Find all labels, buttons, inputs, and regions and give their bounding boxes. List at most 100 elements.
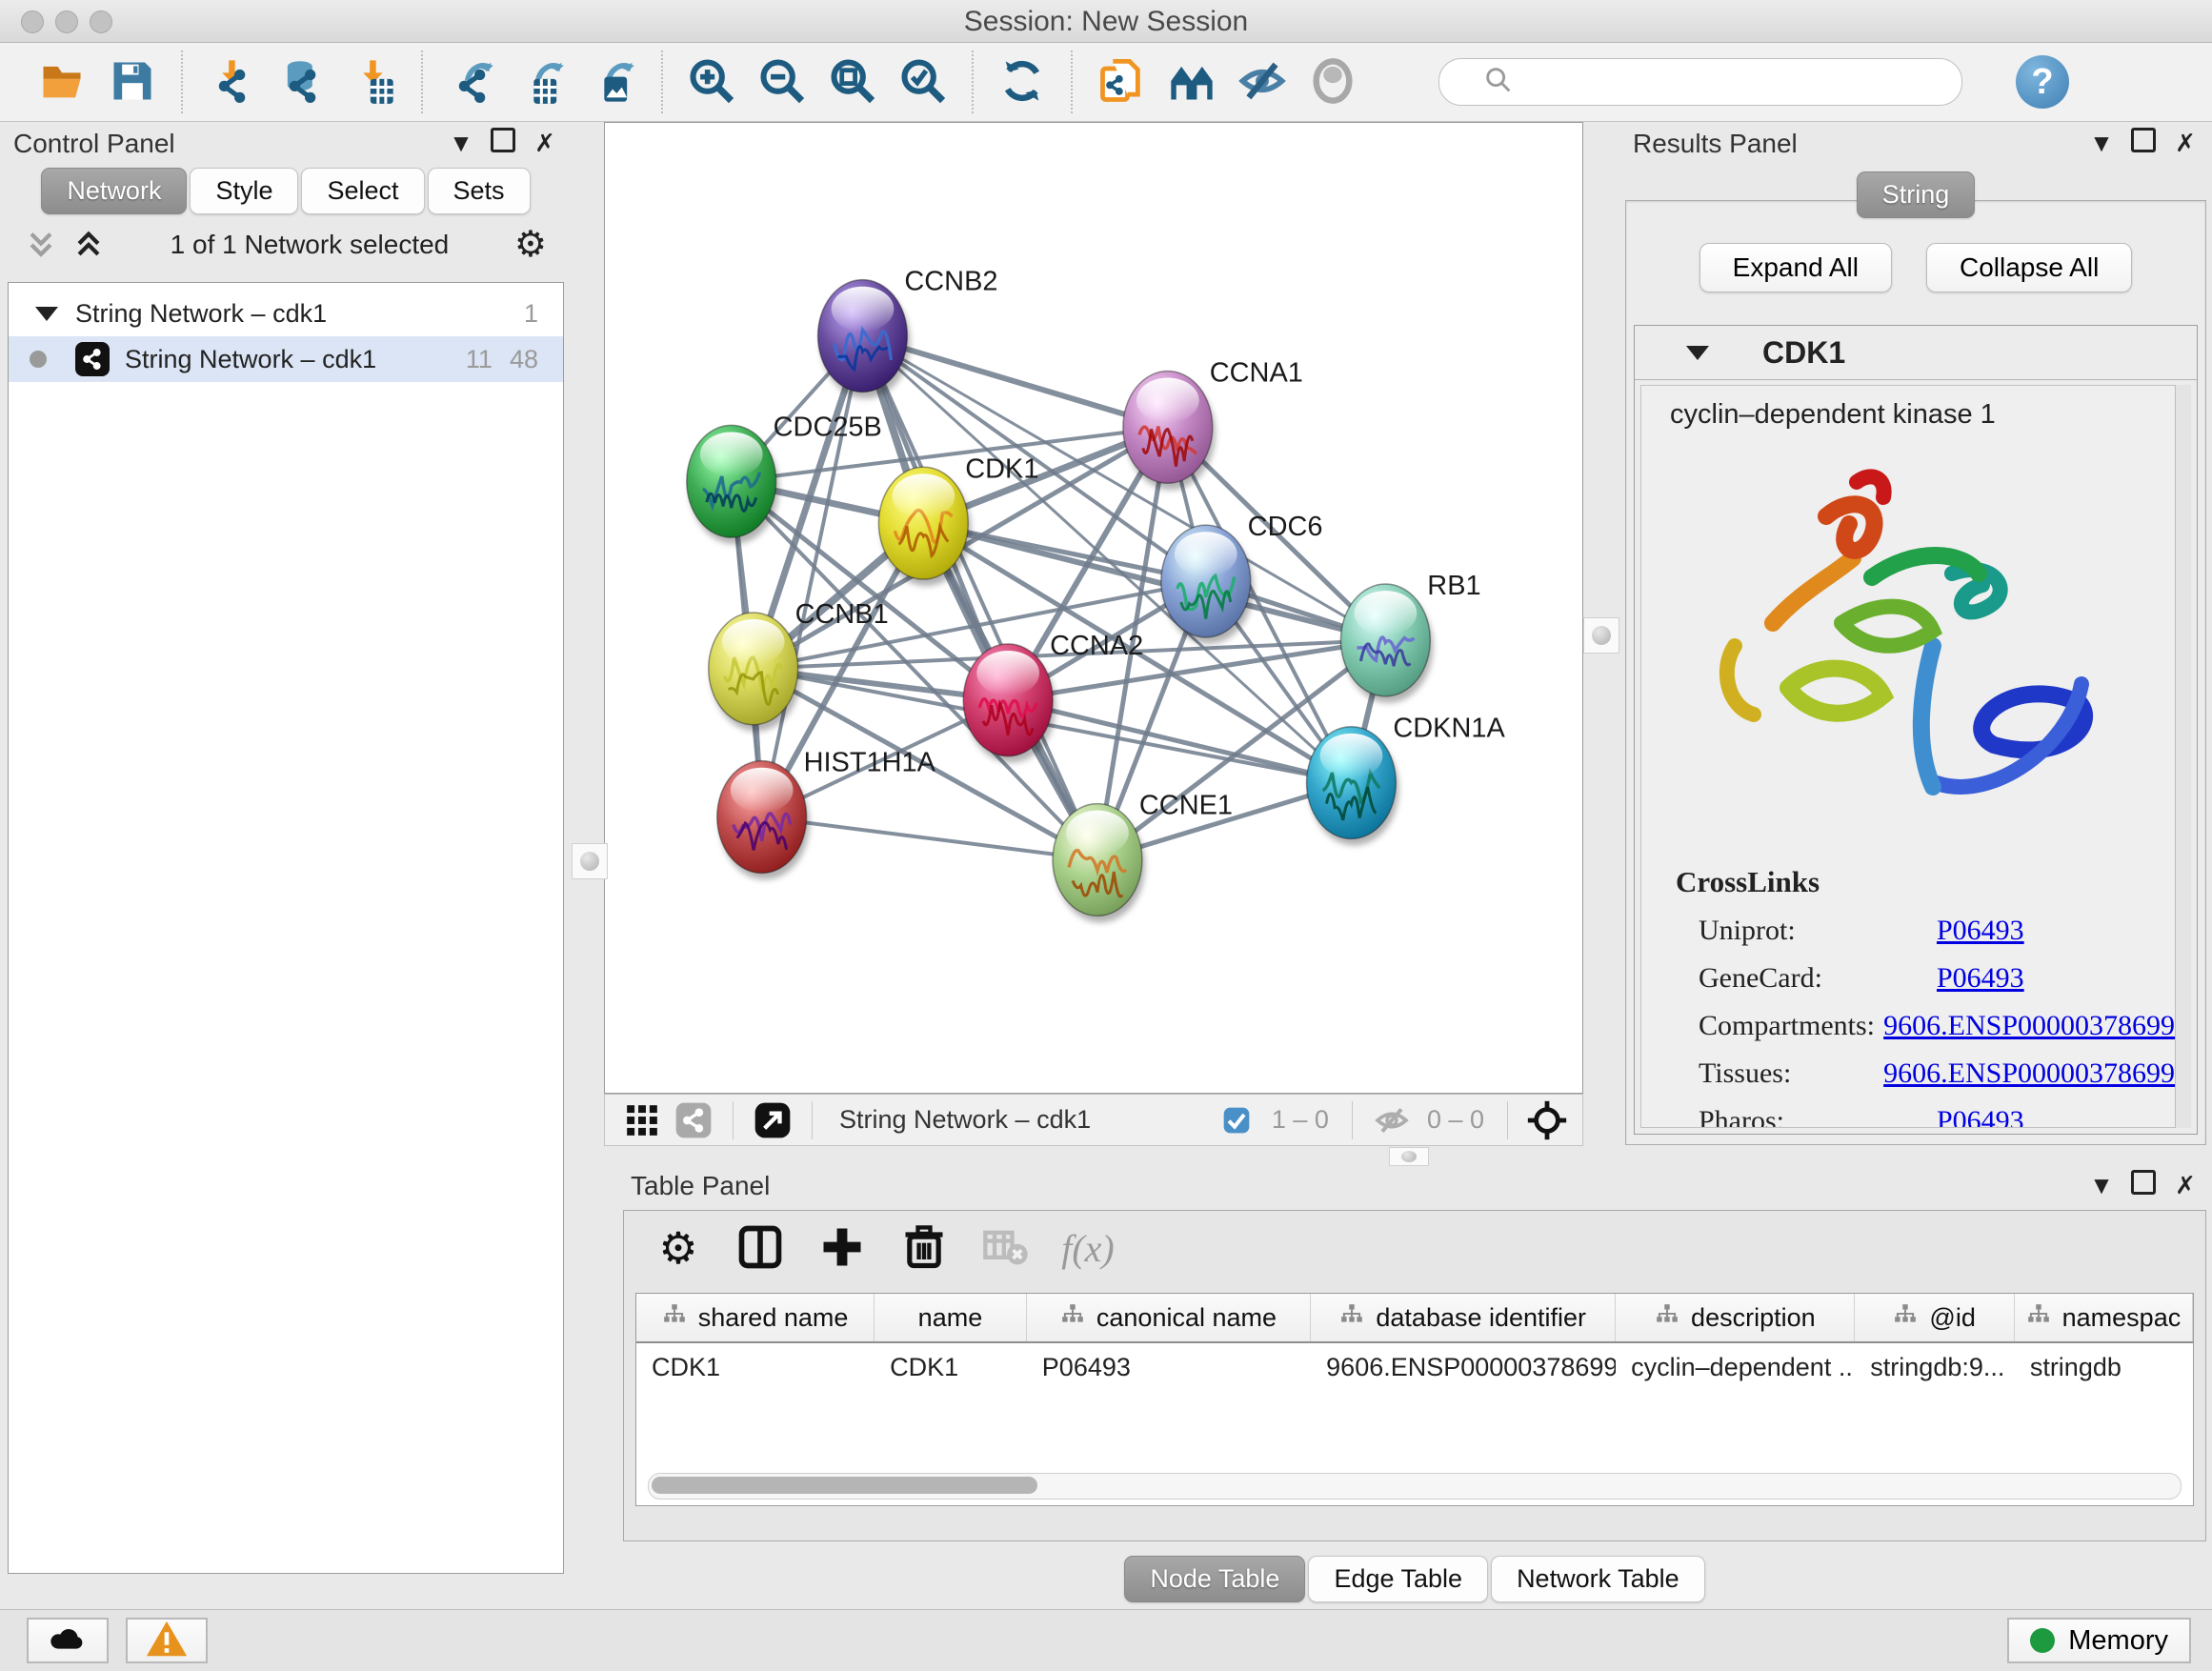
cell-shared-name[interactable]: CDK1 [636,1353,875,1382]
column-header-name[interactable]: name [875,1294,1027,1341]
column-header-database-identifier[interactable]: database identifier [1311,1294,1616,1341]
results-scrollbar[interactable] [2175,385,2191,1128]
zoom-selected-button[interactable] [888,50,958,113]
node-CDKN1A[interactable]: CDKN1A [1307,714,1506,846]
close-panel-icon[interactable]: ✗ [524,129,566,158]
collapse-triangle-icon[interactable] [35,307,58,321]
help-button[interactable]: ? [2016,55,2069,109]
table-row[interactable]: CDK1CDK1P064939606.ENSP00000378699cyclin… [636,1343,2193,1391]
node-CDC6[interactable]: CDC6 [1161,512,1323,644]
tab-string[interactable]: String [1857,171,1976,218]
import-network-button[interactable] [196,50,267,113]
maximize-panel-icon[interactable] [2122,1170,2164,1201]
save-session-button[interactable] [97,50,168,113]
close-panel-icon[interactable]: ✗ [2164,1171,2206,1200]
toggle-column-button[interactable] [723,1217,797,1279]
crosslink-link[interactable]: 9606.ENSP00000378699 [1883,1057,2175,1090]
open-in-browser-icon[interactable] [747,1099,798,1141]
tab-sets[interactable]: Sets [428,168,531,214]
table-settings-button[interactable]: ⚙ [641,1217,715,1279]
edge-HIST1H1A-CCNE1[interactable] [762,817,1097,860]
node-HIST1H1A[interactable]: HIST1H1A [717,748,936,880]
crosslink-link[interactable]: P06493 [1937,1105,2024,1128]
refresh-view-button[interactable] [987,50,1057,113]
tab-network[interactable]: Network [41,168,187,214]
network-row[interactable]: String Network – cdk1 11 48 [9,336,563,382]
column-header-namespac[interactable]: namespac [2015,1294,2193,1341]
export-table-button[interactable] [507,50,577,113]
bottom-splitter-handle[interactable] [1389,1147,1429,1166]
node-CDK1[interactable]: CDK1 [878,453,1038,586]
zoom-in-button[interactable] [676,50,747,113]
collapse-all-button[interactable]: Collapse All [1926,243,2132,292]
show-all-button[interactable] [1297,50,1368,113]
cell-canonical-name[interactable]: P06493 [1027,1353,1311,1382]
tab-network-table[interactable]: Network Table [1491,1556,1705,1602]
delete-table-button[interactable] [969,1217,1043,1279]
protein-card-header[interactable]: CDK1 [1635,326,2197,380]
network-canvas[interactable]: CCNB2CCNA1CDC25BCDK1CDC6RB1CCNB1CCNA2CDK… [604,122,1583,1094]
column-header-shared-name[interactable]: shared name [636,1294,875,1341]
copy-style-button[interactable] [1086,50,1156,113]
tab-style[interactable]: Style [190,168,298,214]
edge-CCNB2-CCNE1[interactable] [862,336,1097,860]
tab-edge-table[interactable]: Edge Table [1308,1556,1488,1602]
birdseye-grid-icon[interactable] [616,1099,668,1141]
node-RB1[interactable]: RB1 [1340,571,1480,703]
close-panel-icon[interactable]: ✗ [2164,129,2206,158]
node-table[interactable]: shared namenamecanonical namedatabase id… [635,1293,2194,1506]
zoom-out-button[interactable] [747,50,817,113]
float-panel-icon[interactable]: ▼ [2081,129,2122,158]
expand-all-button[interactable]: Expand All [1699,243,1892,292]
cell-description[interactable]: cyclin–dependent ... [1616,1353,1855,1382]
float-panel-icon[interactable]: ▼ [440,129,482,158]
selected-checkbox-icon[interactable] [1211,1099,1262,1141]
cell-@id[interactable]: stringdb:9... [1855,1353,2015,1382]
network-options-gear-icon[interactable]: ⚙ [514,227,547,263]
import-table-button[interactable] [337,50,408,113]
first-neighbors-button[interactable] [1156,50,1227,113]
cell-database-identifier[interactable]: 9606.ENSP00000378699 [1311,1353,1616,1382]
right-splitter-handle[interactable] [1583,617,1619,654]
collapse-triangle-icon[interactable] [1686,346,1709,360]
cell-name[interactable]: CDK1 [875,1353,1027,1382]
string-share-icon[interactable] [668,1099,719,1141]
edge-CCNB2-HIST1H1A[interactable] [762,336,863,817]
column-header-description[interactable]: description [1616,1294,1855,1341]
export-network-button[interactable] [436,50,507,113]
expand-all-networks-icon[interactable] [72,228,105,262]
column-header-@id[interactable]: @id [1855,1294,2014,1341]
hide-selected-button[interactable] [1227,50,1297,113]
cloud-status-button[interactable] [27,1618,109,1663]
function-builder-button[interactable]: f(x) [1051,1217,1125,1279]
zoom-out-icon [757,56,807,109]
import-database-button[interactable] [267,50,337,113]
warnings-button[interactable] [126,1618,208,1663]
hidden-eye-icon[interactable] [1366,1099,1418,1141]
network-collection-row[interactable]: String Network – cdk1 1 [9,291,563,336]
crosslink-link[interactable]: 9606.ENSP00000378699 [1883,1010,2175,1042]
crosslink-link[interactable]: P06493 [1937,915,2024,947]
export-image-button[interactable] [577,50,648,113]
protein-card: CDK1 cyclin–dependent kinase 1 [1634,325,2198,1135]
plus-icon [817,1222,867,1275]
maximize-panel-icon[interactable] [482,128,524,159]
delete-column-button[interactable] [887,1217,961,1279]
tab-select[interactable]: Select [301,168,424,214]
maximize-panel-icon[interactable] [2122,128,2164,159]
zoom-fit-button[interactable] [817,50,888,113]
float-panel-icon[interactable]: ▼ [2081,1171,2122,1200]
crosslink-link[interactable]: P06493 [1937,962,2024,995]
left-splitter-handle[interactable] [572,843,608,879]
node-CCNE1[interactable]: CCNE1 [1053,791,1233,923]
table-horizontal-scrollbar[interactable] [648,1473,2182,1500]
search-input[interactable] [1438,58,1962,106]
collapse-all-networks-icon[interactable] [25,228,57,262]
fit-selected-crosshair-icon[interactable] [1521,1099,1573,1141]
create-column-button[interactable] [805,1217,879,1279]
cell-namespac[interactable]: stringdb [2015,1353,2193,1382]
column-header-canonical-name[interactable]: canonical name [1027,1294,1311,1341]
memory-button[interactable]: Memory [2007,1618,2191,1663]
open-session-button[interactable] [27,50,97,113]
tab-node-table[interactable]: Node Table [1124,1556,1305,1602]
